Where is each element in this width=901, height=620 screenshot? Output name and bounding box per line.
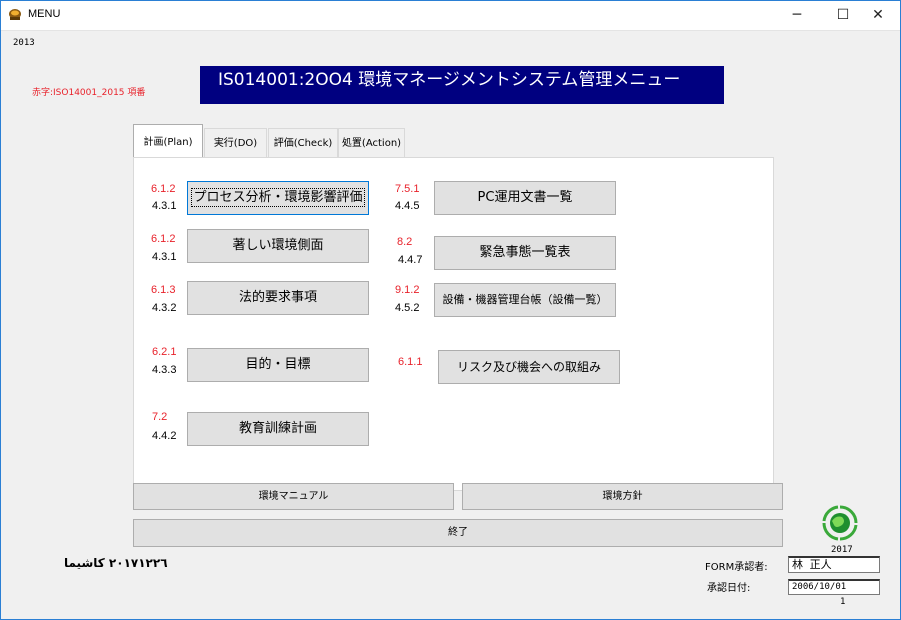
clause-2015-label: 6.1.2 — [151, 233, 176, 245]
environment-manual-button[interactable]: 環境マニュアル — [133, 483, 454, 510]
clause-2015-label: 9.1.2 — [395, 284, 420, 296]
clause-2004-label: 4.4.5 — [395, 200, 420, 212]
clause-2004-label: 4.3.1 — [152, 200, 177, 212]
exit-button[interactable]: 終了 — [133, 519, 783, 547]
clause-2004-label: 4.5.2 — [395, 302, 420, 314]
minimize-button[interactable]: ─ — [774, 0, 820, 30]
red-note: 赤字:ISO14001_2015 項番 — [32, 88, 146, 98]
tab-plan[interactable]: 計画(Plan) — [133, 124, 203, 158]
page-title-banner: IS014001:2OO4 環境マネージメントシステム管理メニュー — [200, 66, 724, 104]
app-icon — [9, 9, 21, 20]
globe-recycle-icon — [822, 505, 858, 541]
clause-2015-label: 7.2 — [152, 411, 168, 423]
pc-documents-button[interactable]: PC運用文書一覧 — [434, 181, 616, 215]
year-label: 2013 — [13, 38, 35, 48]
page-number: 1 — [840, 597, 846, 607]
logo-year: 2017 — [831, 545, 853, 555]
close-button[interactable]: ✕ — [855, 0, 901, 30]
title-bar — [0, 0, 901, 31]
tab-check[interactable]: 評価(Check) — [268, 128, 338, 158]
arabic-text: ٢٠١٧١٢٢٦ كاشيما — [64, 556, 168, 570]
clause-2004-label: 4.3.3 — [152, 364, 177, 376]
objectives-targets-button[interactable]: 目的・目標 — [187, 348, 369, 382]
clause-2004-label: 4.4.7 — [398, 254, 423, 266]
process-analysis-button[interactable]: プロセス分析・環境影響評価 — [187, 181, 369, 215]
approval-date-field[interactable]: 2006/10/01 — [788, 579, 880, 595]
clause-2004-label: 4.3.1 — [152, 251, 177, 263]
significant-aspects-button[interactable]: 著しい環境側面 — [187, 229, 369, 263]
clause-2015-label: 6.1.3 — [151, 284, 176, 296]
emergency-list-button[interactable]: 緊急事態一覧表 — [434, 236, 616, 270]
tab-do[interactable]: 実行(DO) — [204, 128, 267, 158]
approver-label: FORM承認者: — [705, 562, 768, 573]
clause-2015-label: 8.2 — [397, 236, 413, 248]
risk-opportunity-button[interactable]: リスク及び機会への取組み — [438, 350, 620, 384]
legal-requirements-button[interactable]: 法的要求事項 — [187, 281, 369, 315]
tab-action[interactable]: 処置(Action) — [338, 128, 405, 158]
training-plan-button[interactable]: 教育訓練計画 — [187, 412, 369, 446]
clause-2015-label: 6.1.1 — [398, 356, 423, 368]
approver-field[interactable]: 林 正人 — [788, 556, 880, 573]
equipment-ledger-button[interactable]: 設備・機器管理台帳（設備一覧） — [434, 283, 616, 317]
environment-policy-button[interactable]: 環境方針 — [462, 483, 783, 510]
window-title: MENU — [28, 8, 61, 20]
clause-2004-label: 4.3.2 — [152, 302, 177, 314]
clause-2015-label: 6.1.2 — [151, 183, 176, 195]
button-label: プロセス分析・環境影響評価 — [191, 188, 365, 207]
approval-date-label: 承認日付: — [707, 583, 751, 594]
clause-2015-label: 7.5.1 — [395, 183, 420, 195]
clause-2015-label: 6.2.1 — [152, 346, 177, 358]
clause-2004-label: 4.4.2 — [152, 430, 177, 442]
